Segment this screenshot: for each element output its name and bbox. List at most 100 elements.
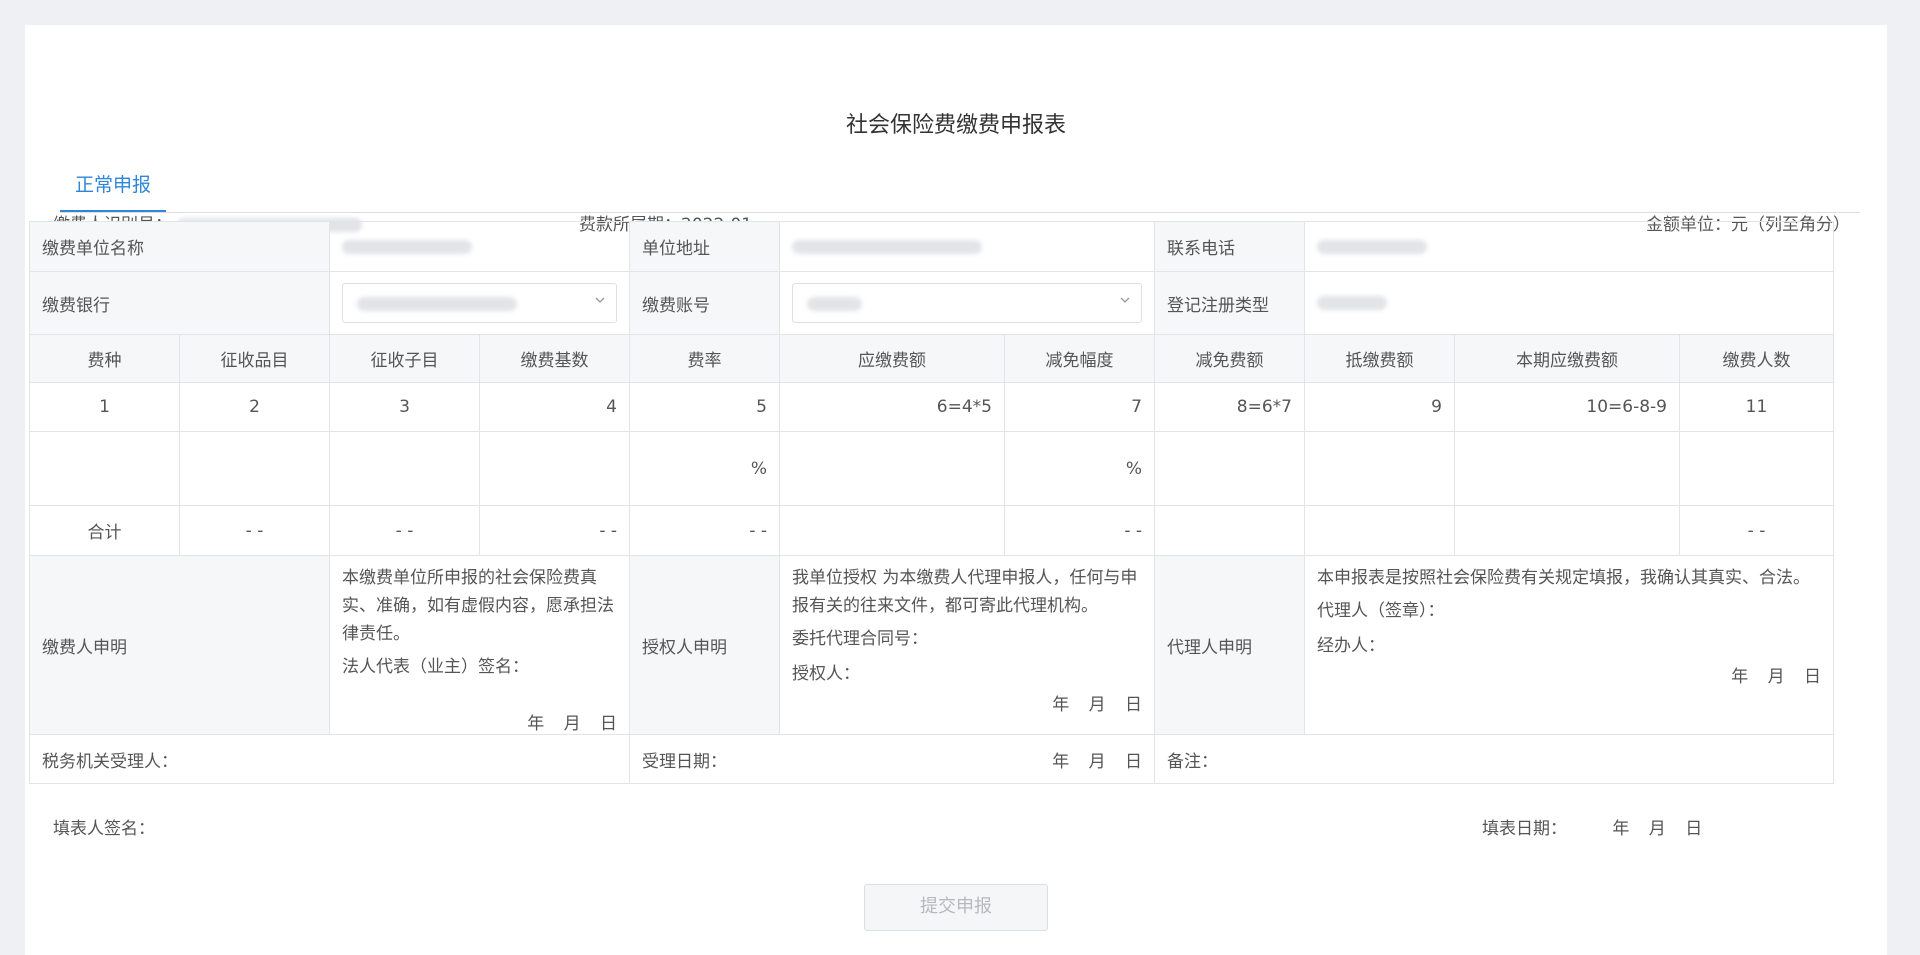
index-cell: 10=6-8-9 <box>1454 382 1680 432</box>
index-cell: 6=4*5 <box>779 382 1005 432</box>
agent-handler-label: 经办人： <box>1317 636 1385 656</box>
phone-redacted <box>1317 239 1427 254</box>
bank-cell <box>329 271 630 335</box>
declaration-table: 缴费单位名称 单位地址 联系电话 缴费银行 缴费账号 登记注册类型 费种 征收品… <box>29 221 1834 784</box>
account-label: 缴费账号 <box>629 271 780 335</box>
total-cell <box>779 505 1005 556</box>
index-cell: 2 <box>179 382 330 432</box>
chevron-down-icon <box>1120 297 1130 303</box>
fill-date-value: 年 月 日 <box>1612 819 1703 839</box>
agent-decl-cell: 本申报表是按照社会保险费有关规定填报，我确认其真实、合法。 代理人（签章）： 经… <box>1304 555 1834 735</box>
total-cell <box>1454 505 1680 556</box>
total-cell: - - <box>329 505 480 556</box>
data-cell <box>29 431 180 506</box>
agent-seal-label: 代理人（签章）： <box>1317 601 1445 621</box>
data-cell <box>329 431 480 506</box>
data-cell <box>179 431 330 506</box>
agent-decl-date: 年 月 日 <box>1731 667 1821 687</box>
phone-label: 联系电话 <box>1154 221 1305 272</box>
data-cell <box>779 431 1005 506</box>
grid-header-row: 费种 征收品目 征收子目 缴费基数 费率 应缴费额 减免幅度 减免费额 抵缴费额… <box>29 334 1834 383</box>
auth-decl-label: 授权人申明 <box>629 555 780 735</box>
remark-label: 备注： <box>1167 751 1218 772</box>
info-row-1: 缴费单位名称 单位地址 联系电话 <box>29 221 1834 272</box>
declaration-row: 缴费人申明 本缴费单位所申报的社会保险费真实、准确，如有虚假内容，愿承担法律责任… <box>29 555 1834 735</box>
reg-type-value <box>1304 271 1834 335</box>
bank-label: 缴费银行 <box>29 271 330 335</box>
index-cell: 4 <box>479 382 630 432</box>
data-cell <box>1154 431 1305 506</box>
header-cell: 费种 <box>29 334 180 383</box>
data-cell <box>1679 431 1834 506</box>
rate-cell: % <box>629 431 780 506</box>
data-cell <box>1304 431 1455 506</box>
account-select[interactable] <box>792 283 1142 323</box>
header-cell: 费率 <box>629 334 780 383</box>
accept-date-cell: 受理日期： 年 月 日 <box>629 734 1155 784</box>
filler-signature: 填表人签名： <box>53 819 155 839</box>
page-title: 社会保险费缴费申报表 <box>845 113 1066 138</box>
total-cell: - - <box>479 505 630 556</box>
index-cell: 11 <box>1679 382 1834 432</box>
auth-person-label: 授权人： <box>792 664 860 684</box>
header-cell: 本期应缴费额 <box>1454 334 1680 383</box>
unit-name-redacted <box>342 239 472 254</box>
index-cell: 9 <box>1304 382 1455 432</box>
unit-name-label: 缴费单位名称 <box>29 221 330 272</box>
accept-date-value: 年 月 日 <box>1052 751 1142 772</box>
data-cell <box>1454 431 1680 506</box>
total-label: 合计 <box>29 505 180 556</box>
info-row-2: 缴费银行 缴费账号 登记注册类型 <box>29 271 1834 335</box>
bank-select[interactable] <box>342 283 617 323</box>
payer-sign-label: 法人代表（业主）签名： <box>342 657 529 677</box>
index-cell: 5 <box>629 382 780 432</box>
address-value <box>779 221 1155 272</box>
account-cell <box>779 271 1155 335</box>
address-redacted <box>792 239 982 254</box>
total-cell: - - <box>1004 505 1155 556</box>
header-cell: 征收子目 <box>329 334 480 383</box>
agent-decl-label: 代理人申明 <box>1154 555 1305 735</box>
auth-contract-label: 委托代理合同号： <box>792 629 928 649</box>
fill-date-label: 填表日期： <box>1482 819 1567 839</box>
column-index-row: 1 2 3 4 5 6=4*5 7 8=6*7 9 10=6-8-9 11 <box>29 382 1834 432</box>
index-cell: 8=6*7 <box>1154 382 1305 432</box>
header-cell: 抵缴费额 <box>1304 334 1455 383</box>
total-cell: - - <box>1679 505 1834 556</box>
header-cell: 缴费人数 <box>1679 334 1834 383</box>
agent-decl-text: 本申报表是按照社会保险费有关规定填报，我确认其真实、合法。 <box>1317 568 1810 588</box>
header-cell: 应缴费额 <box>779 334 1005 383</box>
receiver-cell: 税务机关受理人： <box>29 734 630 784</box>
data-row: % % <box>29 431 1834 506</box>
data-cell <box>479 431 630 506</box>
accept-date-label: 受理日期： <box>642 751 727 772</box>
total-row: 合计 - - - - - - - - - - - - <box>29 505 1834 556</box>
bank-value-redacted <box>357 297 517 311</box>
header-cell: 缴费基数 <box>479 334 630 383</box>
auth-decl-text: 我单位授权 为本缴费人代理申报人，任何与申报有关的往来文件，都可寄此代理机构。 <box>792 568 1138 616</box>
submit-declaration-button[interactable]: 提交申报 <box>864 884 1048 931</box>
total-cell: - - <box>629 505 780 556</box>
reduction-rate-cell: % <box>1004 431 1155 506</box>
payer-decl-date: 年 月 日 <box>527 714 617 734</box>
remark-cell: 备注： <box>1154 734 1834 784</box>
tab-normal-declaration[interactable]: 正常申报 <box>60 165 167 212</box>
unit-name-value <box>329 221 630 272</box>
header-cell: 减免幅度 <box>1004 334 1155 383</box>
total-cell <box>1304 505 1455 556</box>
phone-value <box>1304 221 1834 272</box>
index-cell: 1 <box>29 382 180 432</box>
auth-decl-date: 年 月 日 <box>1052 695 1142 715</box>
account-value-redacted <box>807 297 862 311</box>
header-cell: 征收品目 <box>179 334 330 383</box>
fill-date: 填表日期： 年 月 日 <box>1482 814 1702 839</box>
percent-sign: % <box>1125 458 1142 479</box>
address-label: 单位地址 <box>629 221 780 272</box>
index-cell: 7 <box>1004 382 1155 432</box>
receiver-label: 税务机关受理人： <box>42 751 178 772</box>
percent-sign: % <box>750 458 767 479</box>
auth-decl-cell: 我单位授权 为本缴费人代理申报人，任何与申报有关的往来文件，都可寄此代理机构。 … <box>779 555 1155 735</box>
payer-decl-cell: 本缴费单位所申报的社会保险费真实、准确，如有虚假内容，愿承担法律责任。 法人代表… <box>329 555 630 735</box>
tab-bar: 正常申报 <box>60 165 1860 213</box>
acceptance-row: 税务机关受理人： 受理日期： 年 月 日 备注： <box>29 734 1834 784</box>
